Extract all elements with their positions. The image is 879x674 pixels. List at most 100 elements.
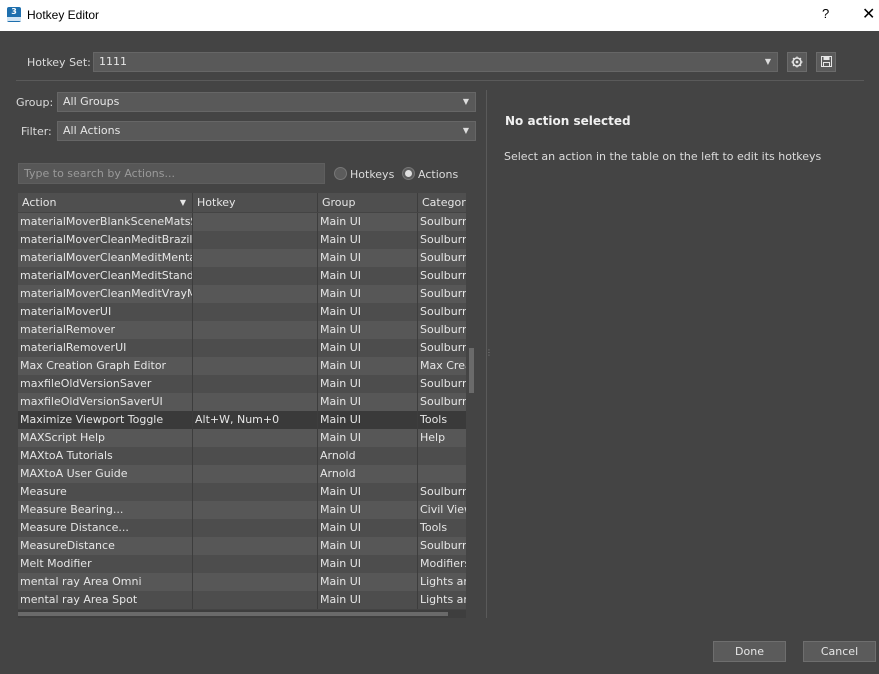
hotkey-cell xyxy=(193,573,318,591)
action-cell: materialMoverCleanMeditVrayMtl xyxy=(18,285,193,303)
table-row[interactable]: mental ray Area Spot Main UILights and xyxy=(18,591,466,609)
hotkey-cell xyxy=(193,519,318,537)
category-cell: SoulburnS xyxy=(420,485,466,498)
hotkey-cell xyxy=(193,501,318,519)
table-row[interactable]: materialRemoverUI Main UISoulburnS xyxy=(18,339,466,357)
column-header-category[interactable]: Category xyxy=(418,193,466,212)
category-cell: SoulburnS xyxy=(420,305,466,318)
table-row[interactable]: MAXtoA Tutorials Arnold xyxy=(18,447,466,465)
actions-radio[interactable] xyxy=(402,167,415,180)
group-cell: Main UI xyxy=(318,213,418,231)
hotkey-cell xyxy=(193,249,318,267)
app-logo-text: 3 xyxy=(11,7,17,16)
help-button[interactable]: ? xyxy=(822,6,829,21)
group-cell: Main UI xyxy=(318,555,418,573)
action-cell: materialMoverCleanMeditStandard xyxy=(18,267,193,285)
category-cell: Help xyxy=(420,431,446,444)
done-button[interactable]: Done xyxy=(713,641,786,662)
table-horizontal-scrollbar[interactable] xyxy=(18,610,466,618)
hotkey-cell xyxy=(193,447,318,465)
group-label: Group: xyxy=(16,96,54,109)
hotkey-cell xyxy=(193,591,318,609)
table-row[interactable]: maxfileOldVersionSaver Main UISoulburnS xyxy=(18,375,466,393)
table-row[interactable]: maxfileOldVersionSaverUI Main UISoulburnS xyxy=(18,393,466,411)
hotkey-cell xyxy=(193,393,318,411)
action-cell: Max Creation Graph Editor xyxy=(18,357,193,375)
action-cell: MAXtoA Tutorials xyxy=(18,447,193,465)
hotkey-cell xyxy=(193,231,318,249)
group-cell: Main UI xyxy=(318,249,418,267)
category-cell xyxy=(418,447,466,465)
category-cell: SoulburnS xyxy=(420,233,466,246)
action-cell: materialMoverUI xyxy=(18,303,193,321)
hotkey-cell xyxy=(193,537,318,555)
filter-value: All Actions xyxy=(63,124,121,137)
table-row[interactable]: MAXScript Help Main UI Help xyxy=(18,429,466,447)
category-cell: SoulburnS xyxy=(420,215,466,228)
category-cell: Tools xyxy=(420,413,448,426)
action-cell: materialMoverBlankSceneMatsSt... xyxy=(18,213,193,231)
action-cell: materialRemoverUI xyxy=(18,339,193,357)
scrollbar-thumb[interactable] xyxy=(469,348,474,393)
hotkey-cell xyxy=(193,465,318,483)
close-button[interactable]: ✕ xyxy=(862,4,875,24)
table-row[interactable]: MeasureDistance Main UISoulburnS xyxy=(18,537,466,555)
action-cell: MeasureDistance xyxy=(18,537,193,555)
detail-message: Select an action in the table on the lef… xyxy=(504,150,822,163)
detail-title: No action selected xyxy=(505,114,631,128)
action-cell: MAXScript Help xyxy=(18,429,193,447)
group-cell: Main UI xyxy=(318,591,418,609)
group-cell: Main UI xyxy=(318,285,418,303)
table-row[interactable]: materialMoverCleanMeditVrayMtl Main UI Sou… xyxy=(18,285,466,303)
group-cell: Main UI xyxy=(318,573,418,591)
table-row[interactable]: Max Creation Graph Editor Main UIMax Crea xyxy=(18,357,466,375)
window-title: Hotkey Editor xyxy=(27,8,100,22)
group-cell: Main UI xyxy=(318,357,418,375)
table-row[interactable]: materialMoverCleanMeditStandard Main UI So… xyxy=(18,267,466,285)
chevron-down-icon: ▼ xyxy=(462,97,469,106)
group-dropdown[interactable]: All Groups ▼ xyxy=(57,92,476,112)
actions-table: Action ▼ Hotkey Group Category materialM… xyxy=(18,193,466,613)
table-row[interactable]: Measure Main UISoulburnS xyxy=(18,483,466,501)
column-header-hotkey[interactable]: Hotkey xyxy=(193,193,318,212)
group-cell: Main UI xyxy=(318,267,418,285)
category-cell: SoulburnS xyxy=(420,377,466,390)
table-row[interactable]: materialMoverCleanMeditBrazil2 Main UI Sou… xyxy=(18,231,466,249)
action-cell: Maximize Viewport Toggle xyxy=(18,411,193,429)
splitter-handle[interactable]: ⋮ xyxy=(485,348,493,360)
action-cell: Measure Distance... xyxy=(18,519,193,537)
table-row[interactable]: Maximize Viewport Toggle Alt+W, Num+0 Main… xyxy=(18,411,466,429)
group-cell: Main UI xyxy=(318,321,418,339)
scrollbar-thumb[interactable] xyxy=(18,612,448,616)
group-cell: Main UI xyxy=(318,537,418,555)
search-input[interactable]: Type to search by Actions... xyxy=(18,163,325,184)
table-row[interactable]: materialMoverCleanMeditMental... Main UI S… xyxy=(18,249,466,267)
column-header-action[interactable]: Action ▼ xyxy=(18,193,193,212)
table-row[interactable]: Melt Modifier Main UI Modifiers xyxy=(18,555,466,573)
category-cell xyxy=(418,465,466,483)
action-cell: Measure Bearing... xyxy=(18,501,193,519)
table-header: Action ▼ Hotkey Group Category xyxy=(18,193,466,212)
filter-label: Filter: xyxy=(21,125,52,138)
category-cell: Civil View xyxy=(420,503,466,516)
category-cell: Max Crea xyxy=(420,359,466,372)
group-cell: Main UI xyxy=(318,411,418,429)
table-row[interactable]: materialMoverUI Main UISoulburnS xyxy=(18,303,466,321)
table-row[interactable]: MAXtoA User Guide Arnold xyxy=(18,465,466,483)
group-cell: Main UI xyxy=(318,375,418,393)
table-row[interactable]: materialMoverBlankSceneMatsSt... Main UI S… xyxy=(18,213,466,231)
action-cell: maxfileOldVersionSaver xyxy=(18,375,193,393)
group-cell: Arnold xyxy=(318,447,418,465)
cancel-button[interactable]: Cancel xyxy=(803,641,876,662)
table-row[interactable]: Measure Distance... Main UI Tools xyxy=(18,519,466,537)
table-row[interactable]: Measure Bearing... Main UICivil View xyxy=(18,501,466,519)
table-vertical-scrollbar[interactable] xyxy=(468,193,476,613)
table-row[interactable]: materialRemover Main UISoulburnS xyxy=(18,321,466,339)
column-header-group[interactable]: Group xyxy=(318,193,418,212)
filter-dropdown[interactable]: All Actions ▼ xyxy=(57,121,476,141)
table-row[interactable]: mental ray Area Omni Main UILights and xyxy=(18,573,466,591)
group-cell: Main UI xyxy=(318,303,418,321)
hotkeys-radio[interactable] xyxy=(334,167,347,180)
group-cell: Main UI xyxy=(318,393,418,411)
hotkey-cell xyxy=(193,285,318,303)
